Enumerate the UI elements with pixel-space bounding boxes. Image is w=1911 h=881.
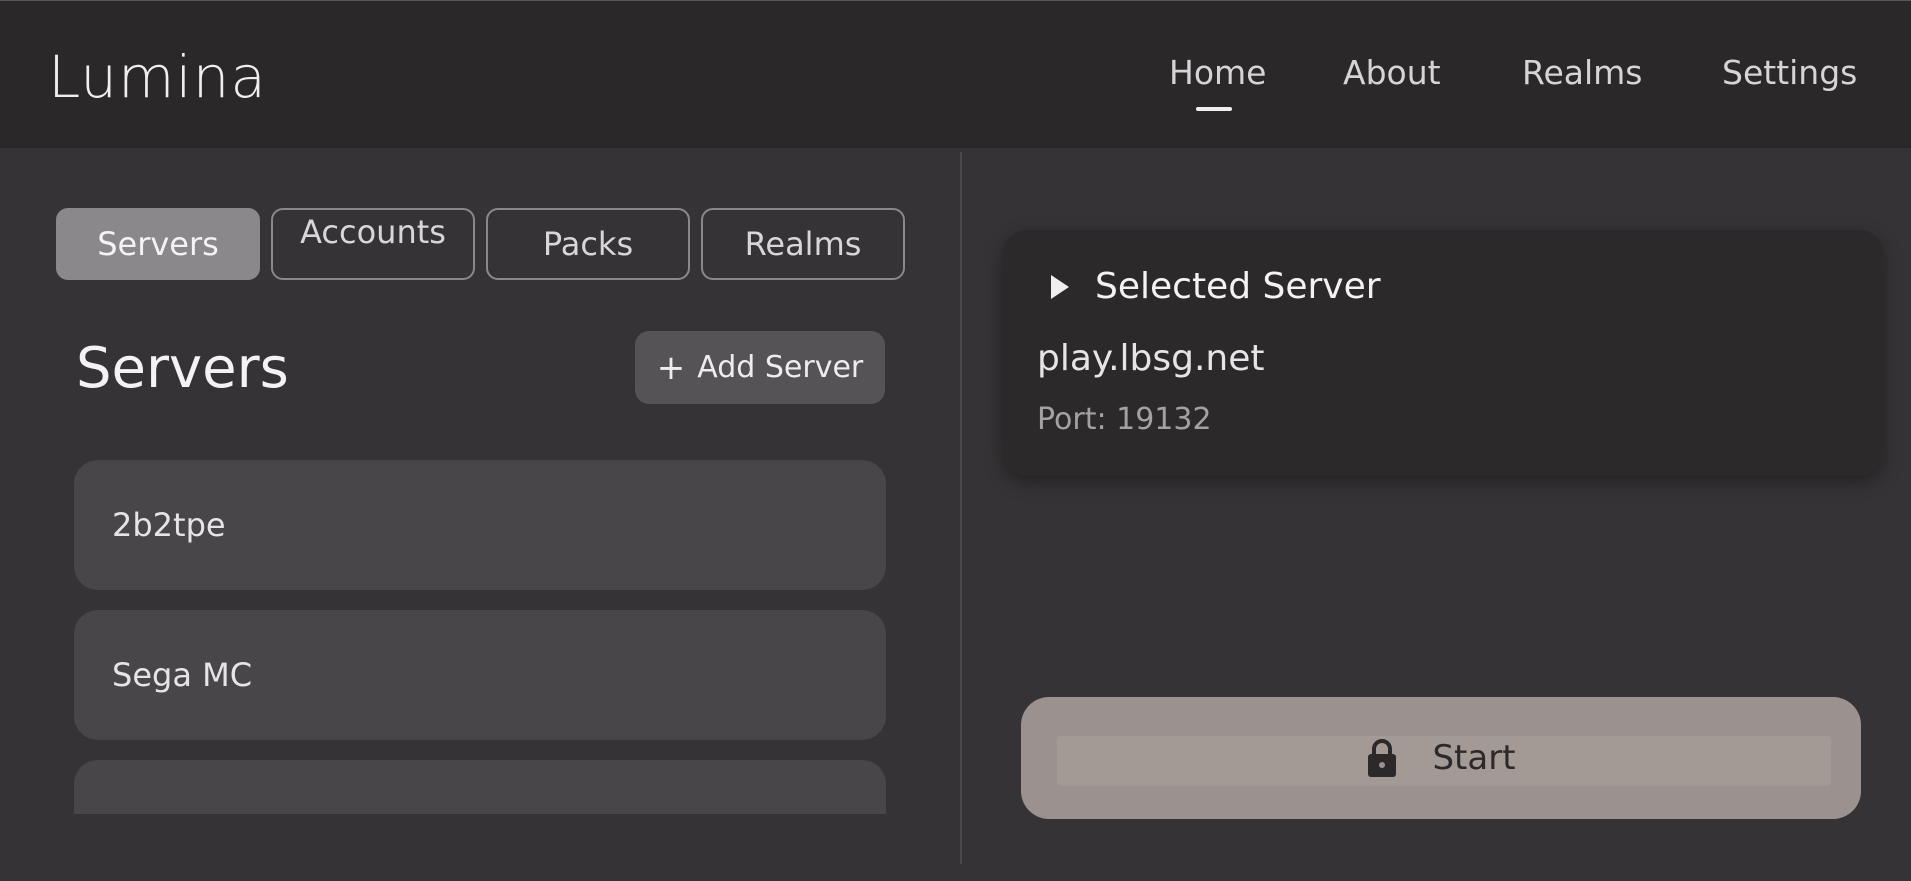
tab-realms[interactable]: Realms xyxy=(701,208,905,280)
tab-servers[interactable]: Servers xyxy=(56,208,260,280)
selected-server-port: Port: 19132 xyxy=(1037,402,1212,437)
server-item-2b2tpe[interactable]: 2b2tpe xyxy=(74,460,886,590)
selected-server-address: play.lbsg.net xyxy=(1037,338,1265,379)
selected-server-header[interactable]: Selected Server xyxy=(1051,266,1381,307)
nav-realms[interactable]: Realms xyxy=(1522,53,1642,92)
selected-server-title: Selected Server xyxy=(1095,266,1381,307)
servers-heading: Servers xyxy=(76,336,289,401)
tab-packs[interactable]: Packs xyxy=(486,208,690,280)
nav-about[interactable]: About xyxy=(1343,53,1441,92)
nav-active-indicator xyxy=(1196,107,1232,111)
plus-icon: + xyxy=(656,347,686,388)
start-button[interactable]: Start xyxy=(1021,697,1861,819)
play-triangle-icon xyxy=(1051,274,1069,299)
start-button-label: Start xyxy=(1432,738,1516,778)
tab-accounts[interactable]: Accounts xyxy=(271,208,475,280)
top-nav: Home About Realms Settings xyxy=(0,53,1911,113)
lock-icon xyxy=(1368,739,1397,777)
nav-settings[interactable]: Settings xyxy=(1722,53,1857,92)
server-item-sega-mc[interactable]: Sega MC xyxy=(74,610,886,740)
server-list[interactable]: 2b2tpe Sega MC xyxy=(74,460,886,814)
add-server-label: Add Server xyxy=(697,350,864,385)
add-server-button[interactable]: + Add Server xyxy=(635,331,885,404)
selected-server-card: Selected Server play.lbsg.net Port: 1913… xyxy=(1003,230,1883,476)
panel-divider xyxy=(960,152,962,864)
start-button-content: Start xyxy=(1021,697,1861,819)
server-item-partial[interactable] xyxy=(74,760,886,814)
nav-home[interactable]: Home xyxy=(1169,53,1266,92)
top-bar: Lumina Home About Realms Settings xyxy=(0,0,1911,148)
